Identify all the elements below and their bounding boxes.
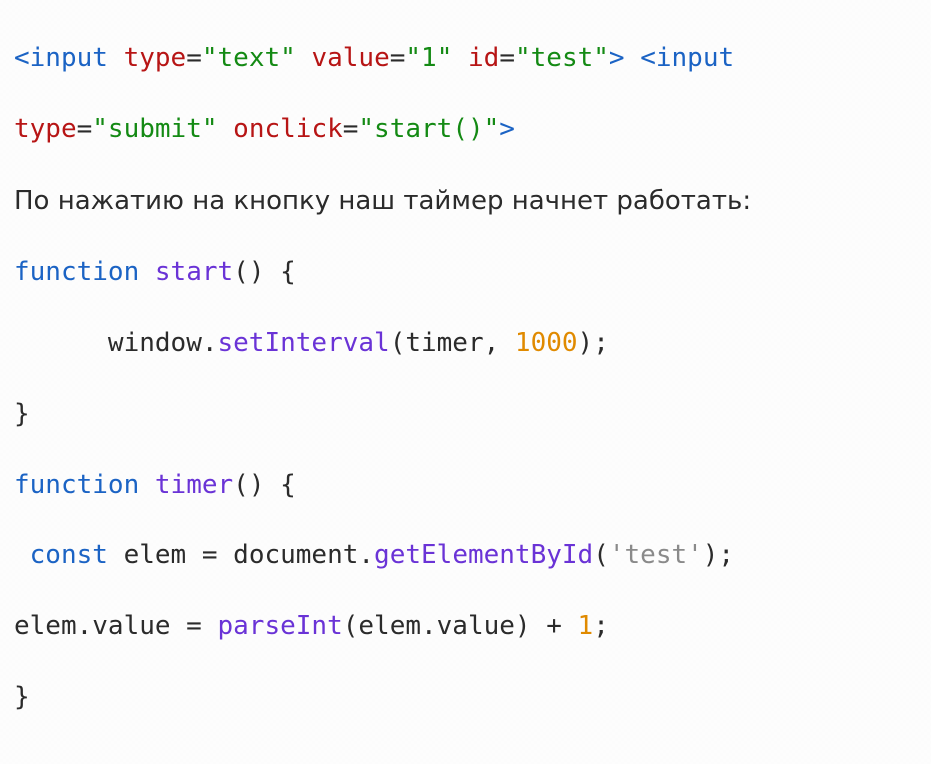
value-submit: "submit"	[92, 114, 217, 144]
attr-type: type	[14, 114, 77, 144]
fn-rest: () {	[233, 257, 296, 287]
value-startcall: "start()"	[358, 114, 499, 144]
fn-rest: () {	[233, 470, 296, 500]
mid: elem = document.	[108, 540, 374, 570]
tail: ;	[593, 611, 609, 641]
code-line-fn1-1: function start() {	[14, 255, 917, 290]
attr-value: value	[311, 43, 389, 73]
space	[218, 114, 234, 144]
mid: (elem.value) +	[343, 611, 578, 641]
paren-open: (	[593, 540, 609, 570]
angle-open: <	[640, 43, 656, 73]
code-snippet: <input type="text" value="1" id="test"> …	[0, 0, 931, 764]
fn-parseint: parseInt	[218, 611, 343, 641]
code-line-fn1-2: window.setInterval(timer, 1000);	[14, 326, 917, 361]
code-line-2: type="submit" onclick="start()">	[14, 112, 917, 147]
equals: =	[499, 43, 515, 73]
angle-open: <	[14, 43, 30, 73]
fn-setinterval: setInterval	[218, 328, 390, 358]
code-line-fn2-4: }	[14, 680, 917, 715]
equals: =	[343, 114, 359, 144]
attr-onclick: onclick	[233, 114, 343, 144]
paren-open: (	[390, 328, 406, 358]
fn-getelementbyid: getElementById	[374, 540, 593, 570]
indent	[14, 328, 108, 358]
space	[625, 43, 641, 73]
space	[296, 43, 312, 73]
lhs: elem.value =	[14, 611, 218, 641]
tag-input: input	[656, 43, 734, 73]
window-obj: window.	[108, 328, 218, 358]
angle-close: >	[609, 43, 625, 73]
fn-name-timer: timer	[155, 470, 233, 500]
keyword-function: function	[14, 470, 139, 500]
num-1: 1	[578, 611, 594, 641]
code-line-fn2-1: function timer() {	[14, 468, 917, 503]
equals: =	[77, 114, 93, 144]
angle-close: >	[499, 114, 515, 144]
code-line-fn1-3: }	[14, 397, 917, 432]
tag-input: input	[30, 43, 108, 73]
attr-id: id	[468, 43, 499, 73]
literal-test: 'test'	[609, 540, 703, 570]
num-1000: 1000	[515, 328, 578, 358]
code-line-fn2-3: elem.value = parseInt(elem.value) + 1;	[14, 609, 917, 644]
equals: =	[390, 43, 406, 73]
arg-timer: timer,	[405, 328, 515, 358]
keyword-const: const	[30, 540, 108, 570]
paren-close: );	[578, 328, 609, 358]
space	[452, 43, 468, 73]
indent	[14, 540, 30, 570]
fn-name-start: start	[155, 257, 233, 287]
space	[139, 257, 155, 287]
space	[139, 470, 155, 500]
paren-close: );	[703, 540, 734, 570]
attr-type: type	[124, 43, 187, 73]
keyword-function: function	[14, 257, 139, 287]
value-text: "text"	[202, 43, 296, 73]
value-1: "1"	[405, 43, 452, 73]
value-test: "test"	[515, 43, 609, 73]
space	[108, 43, 124, 73]
equals: =	[186, 43, 202, 73]
explanation-text: По нажатию на кнопку наш таймер начнет р…	[14, 183, 917, 220]
code-line-fn2-2: const elem = document.getElementById('te…	[14, 538, 917, 573]
code-line-1: <input type="text" value="1" id="test"> …	[14, 41, 917, 76]
